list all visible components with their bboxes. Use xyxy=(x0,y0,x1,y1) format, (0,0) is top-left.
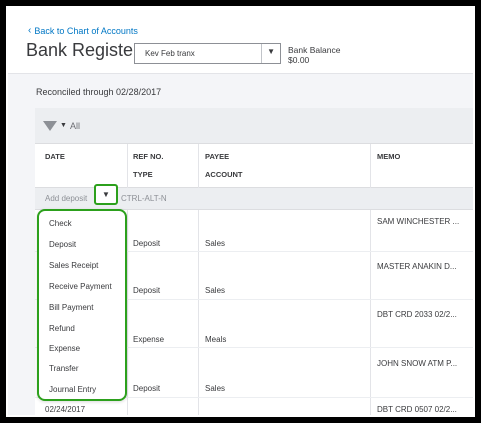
memo-cell: MASTER ANAKIN D... xyxy=(377,262,457,271)
account-select-value: Kev Feb tranx xyxy=(145,49,195,58)
transaction-type-menu: Check Deposit Sales Receipt Receive Paym… xyxy=(37,209,127,401)
menu-item-bill-payment[interactable]: Bill Payment xyxy=(49,303,93,312)
caret-down-icon[interactable]: ▼ xyxy=(60,122,67,129)
type-cell: Deposit xyxy=(133,239,161,248)
transaction-type-dropdown-button[interactable]: ▼ xyxy=(94,184,118,205)
select-divider xyxy=(261,44,262,63)
memo-cell: SAM WINCHESTER ... xyxy=(377,217,460,226)
menu-item-check[interactable]: Check xyxy=(49,219,72,228)
date-cell: 02/24/2017 xyxy=(45,405,86,414)
bank-balance: Bank Balance $0.00 xyxy=(288,45,340,65)
memo-cell: DBT CRD 2033 02/2... xyxy=(377,310,457,319)
page-header: ‹ Back to Chart of Accounts Bank Registe… xyxy=(8,8,473,74)
menu-item-receive-payment[interactable]: Receive Payment xyxy=(49,282,112,291)
filter-bar: ▼ All xyxy=(35,108,473,144)
caret-down-icon: ▼ xyxy=(267,47,275,56)
app-window: ‹ Back to Chart of Accounts Bank Registe… xyxy=(6,6,475,417)
back-link-label: Back to Chart of Accounts xyxy=(34,26,138,36)
add-deposit-label[interactable]: Add deposit xyxy=(45,194,87,203)
memo-cell: JOHN SNOW ATM P... xyxy=(377,359,458,368)
menu-item-refund[interactable]: Refund xyxy=(49,324,75,333)
menu-item-sales-receipt[interactable]: Sales Receipt xyxy=(49,261,98,270)
shortcut-hint: CTRL-ALT-N xyxy=(121,194,167,203)
page-title: Bank Register xyxy=(26,40,140,60)
type-cell: Expense xyxy=(133,335,165,344)
account-cell: Meals xyxy=(205,335,227,344)
type-cell: Deposit xyxy=(133,286,161,295)
col-date[interactable]: DATE xyxy=(45,148,65,166)
memo-cell: DBT CRD 0507 02/2... xyxy=(377,405,457,414)
col-payee[interactable]: PAYEE xyxy=(205,148,229,166)
back-to-chart-of-accounts-link[interactable]: ‹ Back to Chart of Accounts xyxy=(28,25,138,37)
col-ref-no[interactable]: REF NO. xyxy=(133,148,163,166)
account-select[interactable]: Kev Feb tranx ▼ xyxy=(134,43,281,64)
col-memo[interactable]: MEMO xyxy=(377,148,400,166)
bank-balance-value: $0.00 xyxy=(288,55,310,65)
filter-icon[interactable] xyxy=(43,120,57,131)
reconciled-through: Reconciled through 02/28/2017 xyxy=(36,87,162,97)
menu-item-transfer[interactable]: Transfer xyxy=(49,364,79,373)
type-cell: Deposit xyxy=(133,384,161,393)
filter-label[interactable]: All xyxy=(70,121,80,131)
col-type[interactable]: TYPE xyxy=(133,166,153,184)
bank-balance-label: Bank Balance xyxy=(288,45,341,55)
chevron-left-icon: ‹ xyxy=(28,25,32,36)
menu-item-expense[interactable]: Expense xyxy=(49,344,80,353)
table-header: DATE REF NO. TYPE PAYEE ACCOUNT MEMO xyxy=(35,144,473,188)
menu-item-deposit[interactable]: Deposit xyxy=(49,240,76,249)
register-table: ▼ All DATE REF NO. TYPE PAYEE ACCOUNT ME… xyxy=(35,108,473,415)
col-account[interactable]: ACCOUNT xyxy=(205,166,243,184)
account-cell: Sales xyxy=(205,286,226,295)
menu-item-journal-entry[interactable]: Journal Entry xyxy=(49,385,96,394)
account-cell: Sales xyxy=(205,384,226,393)
caret-down-icon: ▼ xyxy=(102,190,110,199)
account-cell: Sales xyxy=(205,239,226,248)
